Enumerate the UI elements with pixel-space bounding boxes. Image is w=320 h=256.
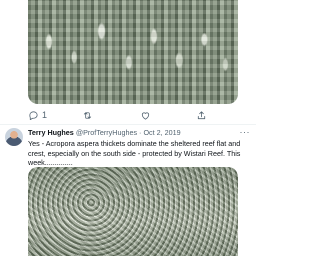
like-button[interactable] [140, 108, 154, 122]
retweet-icon [83, 111, 92, 119]
heart-icon [141, 111, 150, 120]
tweet-image-reef-thicket[interactable] [28, 167, 238, 256]
tweet-text: Yes - Acropora aspera thickets dominate … [28, 139, 241, 168]
tweet-action-bar: 1 [28, 108, 238, 122]
reply-icon [29, 110, 38, 120]
share-button[interactable] [196, 108, 210, 122]
share-icon [197, 110, 206, 119]
author-handle[interactable]: @ProfTerryHughes [76, 128, 137, 137]
tweet-date[interactable]: Oct 2, 2019 [143, 128, 180, 137]
more-options-icon[interactable]: ··· [240, 127, 251, 137]
author-name[interactable]: Terry Hughes [28, 128, 74, 137]
header-separator: · [139, 128, 142, 137]
reply-button[interactable]: 1 [28, 108, 47, 122]
author-avatar[interactable] [5, 128, 23, 146]
tweet-header: Terry Hughes @ProfTerryHughes · Oct 2, 2… [28, 127, 243, 139]
reply-count: 1 [42, 110, 48, 120]
tweet-divider [0, 124, 256, 125]
retweet-button[interactable] [82, 108, 96, 122]
tweet-image-coral-closeup[interactable] [28, 0, 238, 104]
